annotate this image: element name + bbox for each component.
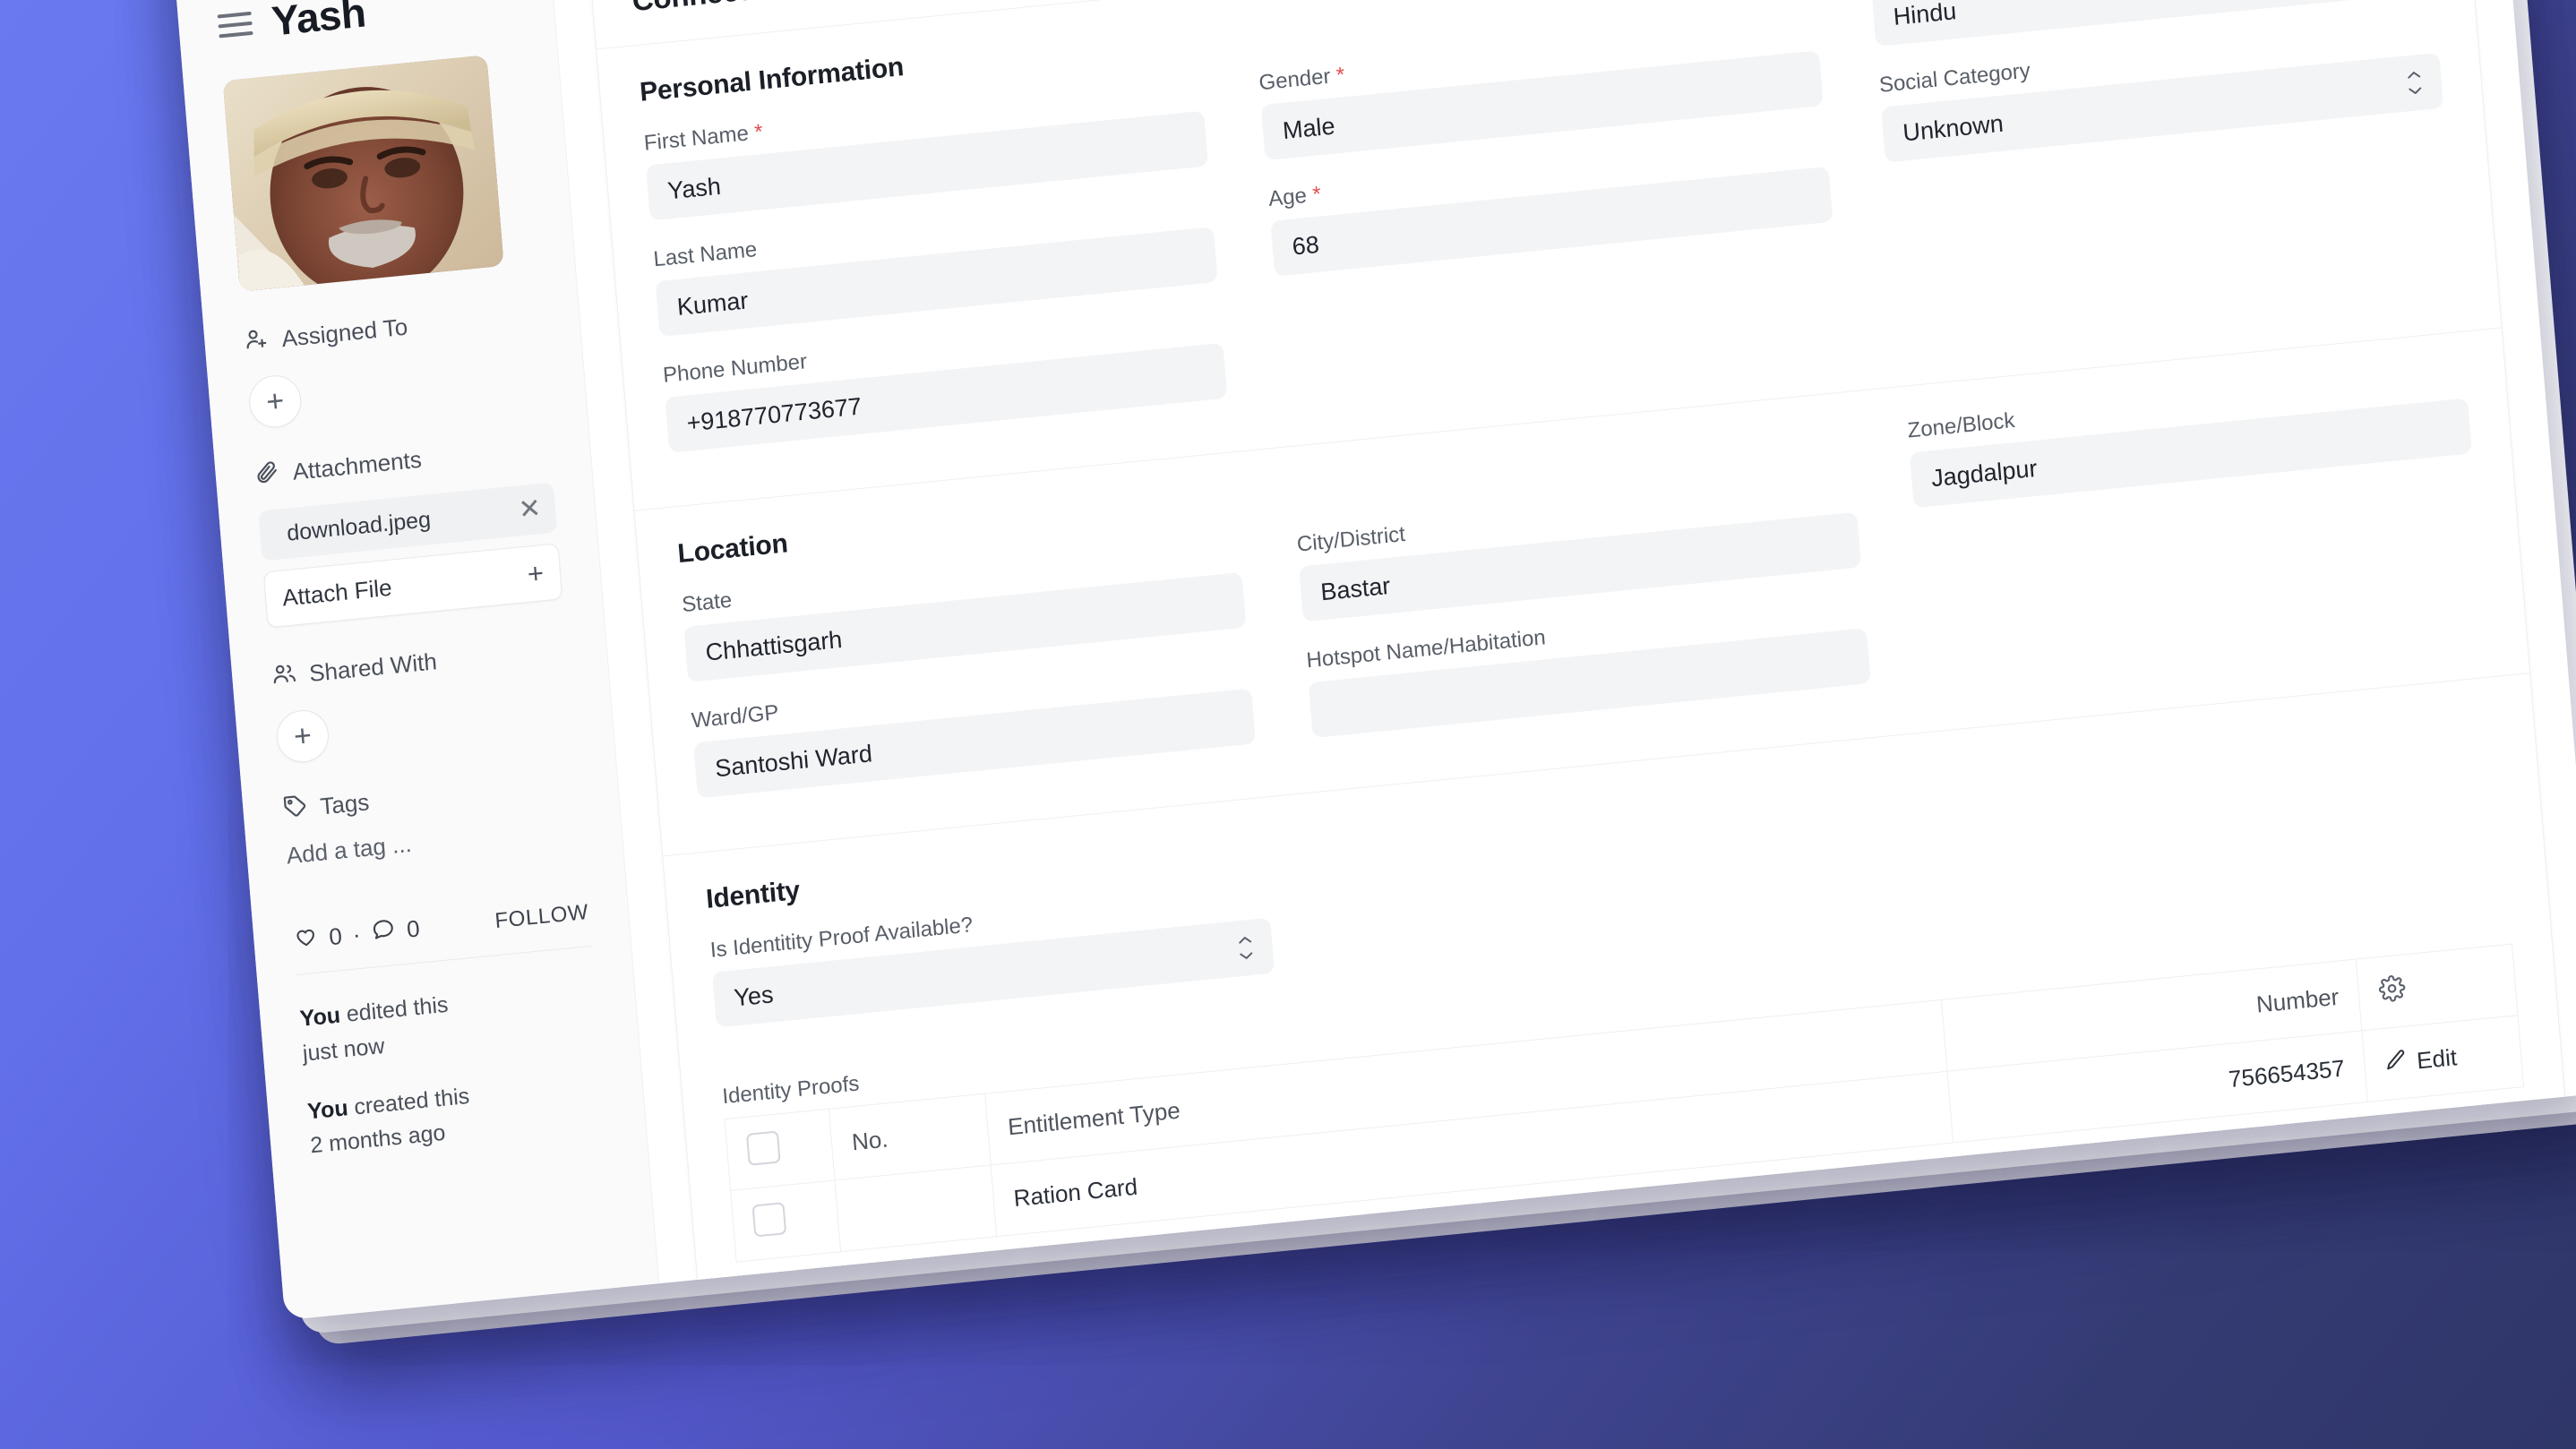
personal-col-1: Personal Information First Name * Yash L… — [639, 23, 1230, 480]
activity-action: created this — [353, 1083, 471, 1119]
stepper-icon[interactable] — [2405, 69, 2425, 97]
tags-label: Tags — [319, 788, 371, 820]
assigned-to-header: Assigned To — [243, 298, 540, 358]
attachments-label: Attachments — [291, 445, 423, 485]
avatar-photo — [222, 55, 504, 292]
desktop-background: Search — [0, 0, 2576, 1449]
activity-actor: You — [298, 1002, 342, 1032]
personal-col-3: Religion Hindu Social Category Unknown — [1868, 0, 2460, 359]
required-marker: * — [753, 119, 764, 145]
location-col-1: Location State Chhattisgarh Ward/GP Sant… — [676, 484, 1258, 825]
comment-icon[interactable] — [370, 915, 398, 949]
page-body: Yash Assigned To + Attachments download.… — [174, 0, 2576, 1321]
attach-file-label: Attach File — [280, 573, 393, 612]
activity-actor: You — [306, 1094, 349, 1125]
field-ward-gp: Ward/GP Santoshi Ward — [691, 655, 1257, 799]
field-zone-block: Zone/Block Jagdalpur — [1907, 364, 2472, 509]
field-phone-number: Phone Number +918770773677 — [662, 309, 1228, 453]
required-marker: * — [1335, 63, 1346, 88]
edit-button[interactable]: Edit — [2383, 1042, 2458, 1079]
activity-action: edited this — [345, 991, 450, 1027]
edit-label: Edit — [2416, 1043, 2459, 1075]
row-checkbox-cell[interactable] — [730, 1180, 841, 1263]
document-title-row: Yash — [216, 0, 515, 50]
hamburger-icon[interactable] — [217, 11, 253, 39]
field-hotspot-name: Hotspot Name/Habitation — [1306, 594, 1871, 739]
row-edit-cell[interactable]: Edit — [2361, 1015, 2524, 1102]
app-window-tilt-wrapper: Search — [152, 0, 2576, 1346]
pencil-icon — [2383, 1048, 2409, 1079]
identity-col-3 — [1935, 709, 2507, 933]
identity-col-2 — [1320, 770, 1893, 994]
user-plus-icon — [243, 325, 270, 359]
reaction-counts: 0 · 0 — [292, 913, 421, 956]
image-file-icon — [273, 522, 296, 560]
like-count: 0 — [328, 922, 344, 951]
select-all-header[interactable] — [725, 1109, 836, 1191]
checkbox-icon[interactable] — [751, 1202, 787, 1238]
avatar[interactable] — [222, 55, 504, 292]
social-category-value: Unknown — [1902, 109, 2005, 147]
personal-col-2: Gender * Male Age * 68 — [1254, 0, 1845, 419]
activity-entry-created: You created this 2 months ago — [306, 1066, 607, 1164]
required-marker: * — [1311, 182, 1322, 208]
identity-proof-available-value: Yes — [733, 980, 775, 1011]
location-col-3: Zone/Block Jagdalpur — [1907, 364, 2488, 705]
shared-with-label: Shared With — [308, 647, 438, 688]
page-title: Yash — [270, 0, 368, 45]
activity-time: just now — [301, 1033, 386, 1067]
separator-dot: · — [351, 920, 362, 948]
comment-count: 0 — [405, 914, 421, 943]
identity-col-1: Identity Is Identitity Proof Available? … — [705, 830, 1277, 1054]
attachment-filename: download.jpeg — [286, 506, 432, 546]
row-no — [835, 1164, 997, 1252]
attachments-header: Attachments — [254, 432, 552, 492]
close-icon[interactable]: ✕ — [518, 493, 543, 525]
follow-button[interactable]: FOLLOW — [494, 899, 589, 933]
shared-with-header: Shared With — [270, 633, 568, 693]
heart-icon[interactable] — [292, 923, 320, 957]
plus-icon: + — [526, 557, 545, 590]
paperclip-icon — [254, 458, 282, 492]
activity-entry-edited: You edited this just now — [298, 973, 599, 1072]
activity-time: 2 months ago — [309, 1119, 447, 1159]
add-assignee-button[interactable]: + — [246, 373, 304, 431]
stepper-icon[interactable] — [1236, 934, 1256, 962]
field-age: Age * 68 — [1267, 133, 1833, 277]
field-last-name: Last Name Kumar — [653, 193, 1218, 338]
field-social-category: Social Category Unknown — [1878, 19, 2444, 163]
add-tag-input[interactable]: Add a tag ... — [286, 813, 583, 870]
form-card: Connections Personal Information — [588, 0, 2567, 1295]
add-shared-user-button[interactable]: + — [274, 707, 331, 765]
main-content: Connections Personal Information — [548, 0, 2576, 1295]
social-row: 0 · 0 FOLLOW — [292, 896, 592, 976]
checkbox-icon[interactable] — [745, 1130, 781, 1166]
location-col-2: City/District Bastar Hotspot Name/Habita… — [1292, 424, 1873, 765]
gear-icon — [2378, 975, 2407, 1008]
tag-icon — [281, 793, 309, 827]
connections-title: Connections — [631, 0, 809, 18]
app-window: Search — [152, 0, 2576, 1321]
users-icon — [270, 659, 298, 693]
assigned-to-label: Assigned To — [280, 313, 409, 353]
